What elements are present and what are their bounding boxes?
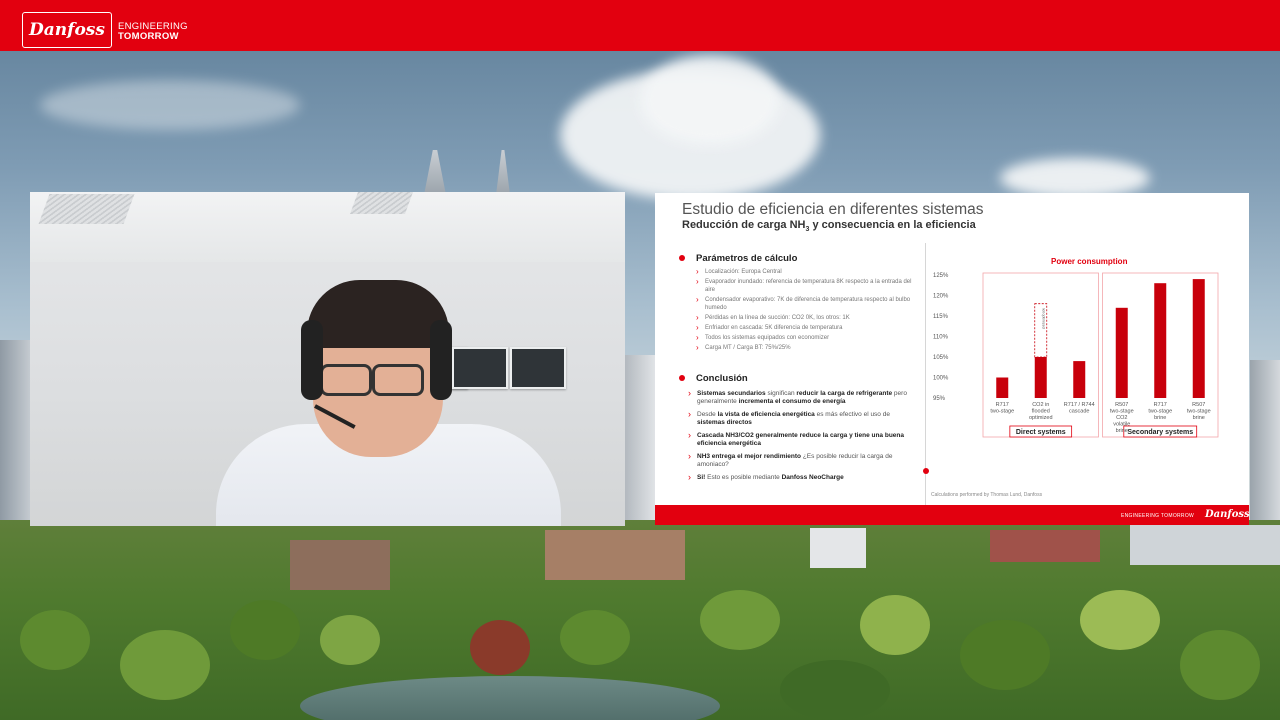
y-tick-label: 120% bbox=[933, 294, 949, 300]
y-tick-label: 100% bbox=[933, 376, 949, 382]
footnote: Calculations performed by Thomas Lund, D… bbox=[931, 492, 1043, 498]
tree bbox=[780, 660, 890, 720]
wall-picture bbox=[452, 347, 508, 389]
conclusion-heading: Conclusión bbox=[696, 373, 748, 384]
param-item: Condensador evaporativo: 7K de diferenci… bbox=[696, 296, 916, 312]
tree bbox=[960, 620, 1050, 690]
skyscraper bbox=[625, 355, 655, 530]
power-consumption-chart: 125% 120% 115% 110% 105% 100% 95% Direct system… bbox=[933, 272, 1219, 438]
category-label: cascade bbox=[1069, 409, 1090, 415]
category-label: R717 / R744 bbox=[1064, 402, 1095, 408]
tree bbox=[1080, 590, 1160, 650]
y-tick-label: 125% bbox=[933, 273, 949, 279]
footer-tagline: ENGINEERING TOMORROW bbox=[1121, 513, 1195, 519]
param-item: Evaporador inundado: referencia de tempe… bbox=[696, 278, 916, 294]
param-item: Localización: Europa Central bbox=[696, 268, 916, 277]
glasses-icon bbox=[320, 364, 372, 396]
bullet-dot-icon bbox=[679, 375, 685, 381]
cloud bbox=[40, 80, 300, 130]
conclusion-item: Sistemas secundarios significan reducir … bbox=[688, 389, 916, 406]
dashed-extension-label: not optimized bbox=[1041, 308, 1045, 329]
glasses-icon bbox=[372, 364, 424, 396]
category-label: CO2 bbox=[1116, 415, 1127, 421]
conclusion-item: Cascada NH3/CO2 generalmente reduce la c… bbox=[688, 431, 916, 448]
ceiling-vent bbox=[38, 194, 135, 224]
building bbox=[545, 530, 685, 580]
cloud bbox=[640, 55, 780, 145]
category-label: volatile bbox=[1113, 422, 1130, 428]
y-tick-label: 110% bbox=[933, 335, 949, 341]
logo-text: Danfoss bbox=[29, 20, 105, 40]
category-label: two-stage bbox=[1187, 409, 1211, 415]
building bbox=[1130, 525, 1280, 565]
category-label: flooded bbox=[1032, 409, 1050, 415]
category-label: R717 bbox=[996, 402, 1009, 408]
tree bbox=[1180, 630, 1260, 700]
category-label: two-stage bbox=[1110, 409, 1134, 415]
ceiling-vent bbox=[349, 192, 414, 214]
tree bbox=[320, 615, 380, 665]
category-label: brine bbox=[1193, 415, 1205, 421]
category-label: R717 bbox=[1154, 402, 1167, 408]
y-tick-label: 115% bbox=[933, 314, 949, 320]
bar bbox=[1073, 361, 1086, 398]
param-item: Pérdidas en la línea de succión: CO2 0K,… bbox=[696, 314, 916, 323]
danfoss-logo: Danfoss bbox=[22, 12, 112, 48]
y-tick-label: 95% bbox=[933, 396, 946, 402]
headset-right-icon bbox=[430, 320, 452, 400]
building bbox=[990, 530, 1100, 562]
building bbox=[290, 540, 390, 590]
bar bbox=[996, 377, 1009, 398]
category-label: CO2 in bbox=[1032, 402, 1049, 408]
tree bbox=[230, 600, 300, 660]
skyscraper bbox=[1250, 360, 1280, 530]
tree bbox=[560, 610, 630, 665]
tree bbox=[20, 610, 90, 670]
tree bbox=[700, 590, 780, 650]
category-label: R507 bbox=[1115, 402, 1128, 408]
bar bbox=[1034, 357, 1047, 398]
tree bbox=[860, 595, 930, 655]
headset-left-icon bbox=[301, 320, 323, 400]
webcam-video-panel[interactable] bbox=[30, 192, 625, 526]
group-label: Secondary systems bbox=[1127, 429, 1193, 436]
param-item: Carga MT / Carga BT: 75%/25% bbox=[696, 344, 916, 353]
building bbox=[810, 528, 866, 568]
footer-logo: Danfoss bbox=[1205, 509, 1249, 520]
slide-title: Estudio de eficiencia en diferentes sist… bbox=[682, 201, 984, 218]
category-label: two-stage bbox=[990, 409, 1014, 415]
params-list: Localización: Europa CentralEvaporador i… bbox=[696, 268, 916, 356]
presenter-hair bbox=[307, 280, 449, 348]
bar bbox=[1154, 283, 1167, 398]
param-item: Enfriador en cascada: 5K diferencia de t… bbox=[696, 324, 916, 333]
category-label: optimized bbox=[1029, 415, 1053, 421]
bar bbox=[1192, 279, 1205, 398]
header-bar: Danfoss ENGINEERING TOMORROW bbox=[0, 0, 1280, 51]
conclusion-item: Desde la vista de eficiencia energética … bbox=[688, 410, 916, 427]
conclusion-list: Sistemas secundarios significan reducir … bbox=[688, 389, 916, 487]
category-label: R507 bbox=[1192, 402, 1205, 408]
category-label: brine bbox=[1116, 428, 1128, 434]
bullet-dot-icon bbox=[679, 255, 685, 261]
category-label: two-stage bbox=[1148, 409, 1172, 415]
slide-footer: ENGINEERING TOMORROW Danfoss bbox=[655, 505, 1249, 525]
param-item: Todos los sistemas equipados con economi… bbox=[696, 334, 916, 343]
wall-picture bbox=[510, 347, 566, 389]
tree bbox=[120, 630, 210, 700]
presentation-slide[interactable]: Estudio de eficiencia en diferentes sist… bbox=[655, 193, 1249, 525]
y-tick-label: 105% bbox=[933, 355, 949, 361]
conclusion-item: NH3 entrega el mejor rendimiento ¿Es pos… bbox=[688, 452, 916, 469]
conclusion-item: Si! Esto es posible mediante Danfoss Neo… bbox=[688, 473, 916, 482]
bullet-dot-icon bbox=[923, 468, 929, 474]
slide-subtitle: Reducción de carga NH3 y consecuencia en… bbox=[682, 219, 976, 234]
group-label: Direct systems bbox=[1016, 429, 1066, 436]
cloud bbox=[1000, 158, 1150, 198]
tagline-line2: TOMORROW bbox=[118, 31, 179, 42]
skyscraper bbox=[0, 340, 30, 530]
params-heading: Parámetros de cálculo bbox=[696, 253, 798, 264]
category-label: brine bbox=[1154, 415, 1166, 421]
bar bbox=[1115, 307, 1128, 398]
tree bbox=[470, 620, 530, 675]
brand-tagline: ENGINEERING TOMORROW bbox=[118, 22, 188, 42]
